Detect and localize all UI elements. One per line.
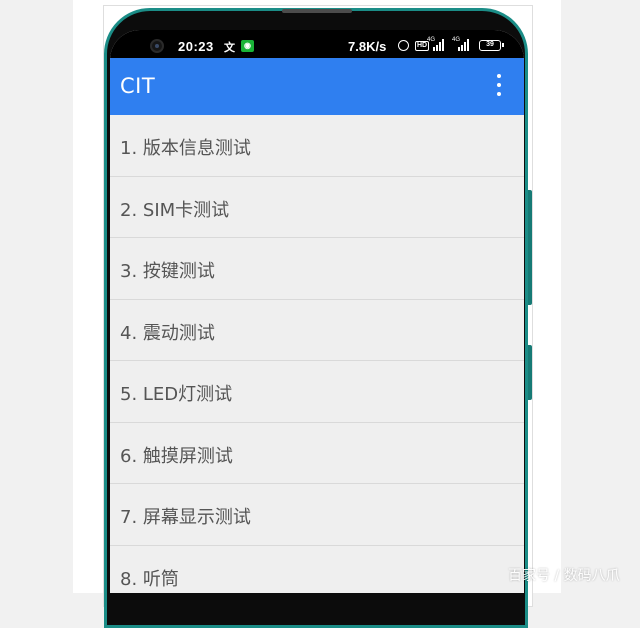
- power-button: [528, 345, 532, 400]
- app-bar: CIT: [110, 58, 524, 115]
- list-item[interactable]: 8. 听筒: [110, 545, 524, 593]
- signal-icon-sim2: 4G: [452, 37, 472, 51]
- list-item-label: 5. LED灯测试: [120, 384, 233, 405]
- status-time: 20:23: [178, 39, 214, 54]
- network-speed: 7.8K/s: [348, 39, 387, 54]
- signal-icon-sim1: 4G: [427, 37, 444, 51]
- list-item-label: 3. 按键测试: [120, 261, 215, 282]
- watermark: 百家号 / 数码八爪: [508, 568, 620, 584]
- list-item[interactable]: 6. 触摸屏测试: [110, 422, 524, 484]
- battery-icon: 39: [479, 40, 504, 51]
- list-item-label: 4. 震动测试: [120, 322, 215, 344]
- list-item[interactable]: 5. LED灯测试: [110, 361, 524, 423]
- front-camera: [150, 39, 164, 53]
- status-bar: 20:23 文 ◉ 7.8K/s HD 4G 4G 39: [110, 30, 524, 58]
- phone-screen: 20:23 文 ◉ 7.8K/s HD 4G 4G 39 CIT 1. 版本信息…: [110, 30, 524, 593]
- list-item[interactable]: 7. 屏幕显示测试: [110, 484, 524, 546]
- list-item-label: 6. 触摸屏测试: [120, 445, 233, 467]
- list-item[interactable]: 3. 按键测试: [110, 238, 524, 300]
- network-type-label: 4G: [452, 37, 461, 43]
- overflow-menu-icon[interactable]: [484, 70, 514, 102]
- network-type-label: 4G: [427, 37, 436, 43]
- list-item[interactable]: 2. SIM卡测试: [110, 176, 524, 238]
- list-item-label: 1. 版本信息测试: [120, 138, 251, 159]
- list-item-label: 8. 听筒: [120, 568, 179, 590]
- test-list: 1. 版本信息测试 2. SIM卡测试 3. 按键测试 4. 震动测试 5. L…: [110, 115, 524, 593]
- translate-icon: 文: [224, 42, 235, 54]
- volume-button: [528, 190, 532, 305]
- list-item-label: 7. 屏幕显示测试: [120, 507, 251, 528]
- list-item[interactable]: 4. 震动测试: [110, 299, 524, 361]
- earpiece-speaker: [282, 9, 352, 13]
- list-item-label: 2. SIM卡测试: [120, 199, 230, 221]
- app-title: CIT: [120, 74, 156, 98]
- wechat-icon: ◉: [241, 40, 254, 52]
- list-item[interactable]: 1. 版本信息测试: [110, 115, 524, 177]
- alarm-icon: [398, 40, 409, 51]
